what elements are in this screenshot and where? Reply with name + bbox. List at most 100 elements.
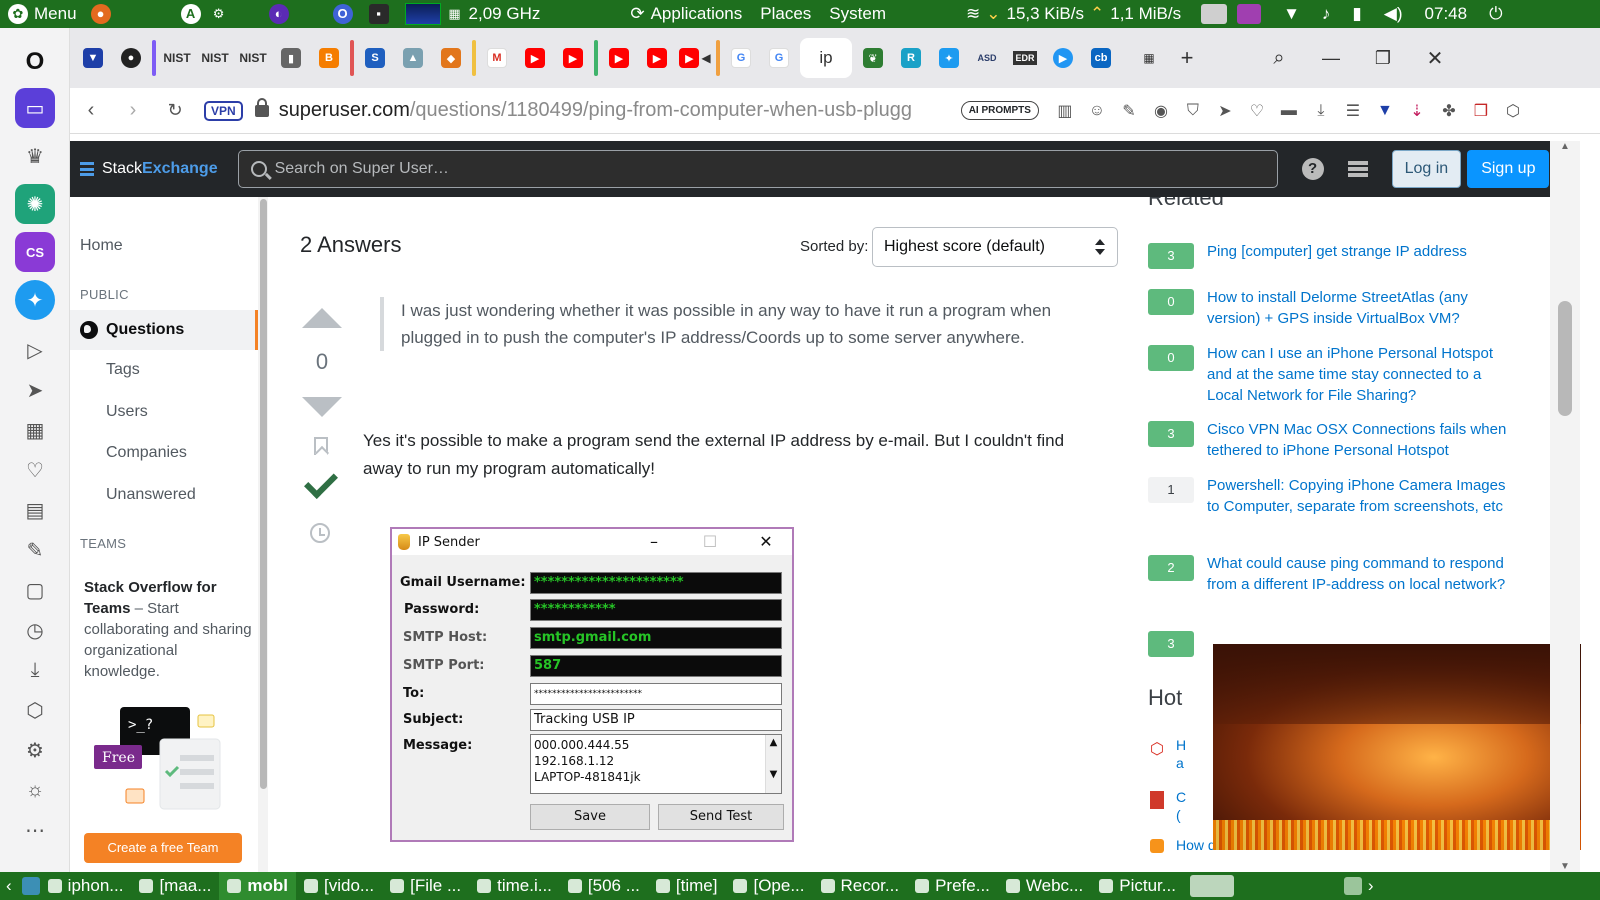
opera-icon[interactable]: O: [332, 4, 353, 24]
related-link[interactable]: Ping [computer] get strange IP address: [1207, 241, 1517, 262]
url-field[interactable]: superuser.com/questions/1180499/ping-fro…: [279, 99, 939, 122]
taskbar-item[interactable]: [File ...: [382, 872, 469, 900]
bookmark-icon[interactable]: [314, 437, 328, 455]
nav-unanswered[interactable]: Unanswered: [106, 486, 196, 504]
signup-button[interactable]: Sign up: [1467, 150, 1550, 188]
apps-grid-icon[interactable]: ▦: [15, 410, 55, 450]
taskbar-item[interactable]: [vido...: [296, 872, 382, 900]
volume-icon[interactable]: ◀): [1384, 4, 1403, 24]
taskbar-item[interactable]: Pictur...: [1091, 872, 1184, 900]
heart-icon[interactable]: ♡: [1241, 101, 1273, 121]
heart-icon[interactable]: ♡: [15, 450, 55, 490]
download-icon[interactable]: ⤓: [1305, 102, 1337, 120]
reader-icon[interactable]: ▭: [15, 88, 55, 128]
cube-icon[interactable]: ⬡: [15, 690, 55, 730]
tab-17[interactable]: G: [762, 38, 796, 78]
related-link[interactable]: What could cause ping command to respond…: [1207, 553, 1517, 595]
send-icon[interactable]: ➤: [15, 370, 55, 410]
pin-extension-icon[interactable]: ⇣: [1401, 101, 1433, 121]
hot-link-partial[interactable]: C: [1176, 789, 1186, 805]
terminal-icon[interactable]: ▪: [368, 4, 389, 24]
taskbar-item[interactable]: Prefe...: [907, 872, 998, 900]
battery-icon[interactable]: ▮: [1352, 4, 1361, 24]
tab-14[interactable]: ▶: [640, 38, 674, 78]
tab-5[interactable]: ▮: [274, 38, 308, 78]
tray-icon[interactable]: [1343, 877, 1362, 895]
download-icon[interactable]: ⤓: [15, 650, 55, 690]
forward-button[interactable]: ›: [112, 99, 154, 122]
close-window-button[interactable]: ✕: [1418, 38, 1452, 78]
vpn-badge[interactable]: VPN: [204, 100, 243, 121]
tab-23[interactable]: EDR: [1008, 38, 1042, 78]
taskbar-scroll-right-icon[interactable]: ›: [1368, 876, 1374, 896]
taskbar-item[interactable]: Webc...: [998, 872, 1091, 900]
settings-gears-icon[interactable]: ⚙: [209, 4, 229, 24]
twitter-sidebar-icon[interactable]: ✦: [15, 280, 55, 320]
leftnav-scrollbar[interactable]: [258, 197, 268, 872]
taskbar-item[interactable]: [Ope...: [725, 872, 812, 900]
taskbar-item[interactable]: [maa...: [131, 872, 219, 900]
tab-audio-icon[interactable]: ◀: [701, 51, 710, 65]
page-scrollbar[interactable]: ▲ ▼: [1550, 141, 1580, 872]
nav-tags[interactable]: Tags: [106, 361, 140, 379]
taskbar-item[interactable]: Recor...: [813, 872, 908, 900]
scroll-up-icon[interactable]: ▲: [1560, 141, 1570, 152]
upvote-arrow-icon[interactable]: [302, 308, 342, 328]
tab-11[interactable]: ▶: [518, 38, 552, 78]
login-button[interactable]: Log in: [1391, 150, 1462, 188]
chatgpt-icon[interactable]: ✺: [15, 184, 55, 224]
tab-search-button[interactable]: ⌕: [1262, 38, 1296, 78]
scroll-down-icon[interactable]: ▼: [1560, 861, 1570, 872]
taskbar-item[interactable]: time.i...: [469, 872, 560, 900]
easy-setup-icon[interactable]: ☰: [1337, 101, 1369, 121]
tab-3[interactable]: NIST: [198, 38, 232, 78]
clock[interactable]: 07:48: [1425, 4, 1468, 24]
sort-select[interactable]: Highest score (default): [872, 227, 1118, 267]
player-icon[interactable]: ▷: [15, 330, 55, 370]
window-list-icon[interactable]: [1201, 4, 1228, 24]
power-icon[interactable]: ⏻: [1489, 4, 1502, 24]
hot-link-partial[interactable]: a: [1176, 755, 1184, 771]
wifi-icon[interactable]: ▼: [1283, 4, 1300, 24]
more-dots-icon[interactable]: ⋯: [15, 810, 55, 850]
tab-15[interactable]: ▶ ◀: [678, 38, 712, 78]
hot-link-partial[interactable]: (: [1176, 807, 1181, 823]
notifications-bell-icon[interactable]: ♪: [1322, 4, 1331, 24]
menu-button[interactable]: ✿ Menu: [8, 4, 77, 24]
audio-visualizer-icon[interactable]: [1237, 4, 1262, 24]
emoji-icon[interactable]: ☺: [1081, 102, 1113, 120]
places-menu[interactable]: Places: [760, 4, 811, 24]
tab-16[interactable]: G: [724, 38, 758, 78]
restore-window-button[interactable]: ❐: [1366, 38, 1400, 78]
taskbar-item[interactable]: iphon...: [40, 872, 132, 900]
related-link[interactable]: How to install Delorme StreetAtlas (any …: [1207, 287, 1517, 329]
pen-icon[interactable]: ✎: [1113, 101, 1145, 121]
shield-check-icon[interactable]: ⛉: [1177, 102, 1209, 120]
camera-icon[interactable]: ◉: [1145, 101, 1177, 121]
tab-2[interactable]: NIST: [160, 38, 194, 78]
inkscape-icon[interactable]: A: [180, 4, 201, 24]
battery-saver-icon[interactable]: ▬: [1273, 102, 1305, 120]
edit-icon[interactable]: ✎: [15, 530, 55, 570]
taskbar-item-active[interactable]: mobl: [219, 872, 297, 900]
reader-mode-icon[interactable]: ▥: [1049, 101, 1081, 121]
puzzle-extension-icon[interactable]: ✤: [1433, 101, 1465, 121]
tab-24[interactable]: ▶: [1046, 38, 1080, 78]
taskbar-item[interactable]: [506 ...: [560, 872, 648, 900]
opera-logo-icon[interactable]: O: [15, 42, 55, 82]
tab-6[interactable]: B: [312, 38, 346, 78]
minimize-window-button[interactable]: —: [1314, 38, 1348, 78]
workspace-switcher[interactable]: [1189, 875, 1234, 897]
tab-25[interactable]: cb: [1084, 38, 1118, 78]
lock-icon[interactable]: [254, 97, 269, 117]
nav-companies[interactable]: Companies: [106, 444, 187, 462]
tab-7[interactable]: S: [358, 38, 392, 78]
tab-1[interactable]: ●: [114, 38, 148, 78]
page-scroll-thumb[interactable]: [1558, 301, 1572, 416]
tab-4[interactable]: NIST: [236, 38, 270, 78]
tab-18-active[interactable]: ip: [800, 38, 852, 78]
notes-icon[interactable]: ▤: [15, 490, 55, 530]
shield-extension-icon[interactable]: ▼: [1369, 102, 1401, 120]
site-switcher-icon[interactable]: [1347, 161, 1368, 177]
snapshot-icon[interactable]: ▢: [15, 570, 55, 610]
